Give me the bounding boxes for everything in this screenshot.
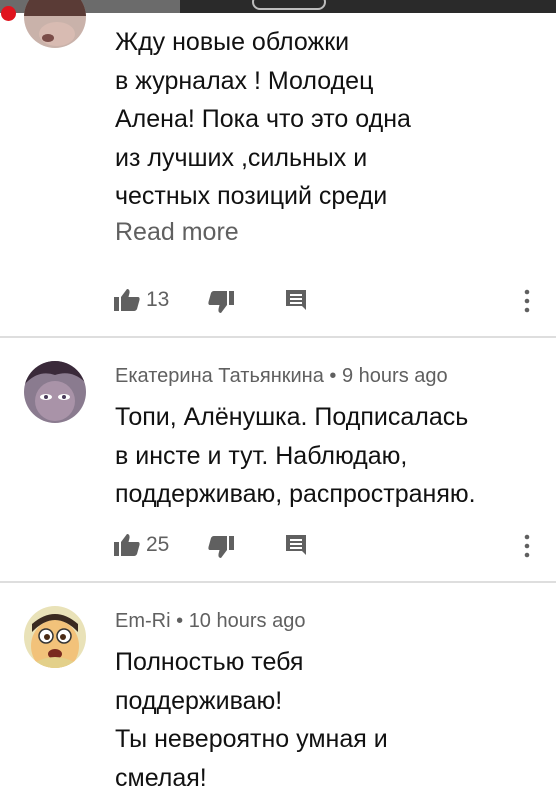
- comment-text-line: поддерживаю, распространяю.: [115, 480, 476, 508]
- avatar[interactable]: [24, 0, 86, 48]
- thumb-down-icon[interactable]: [206, 287, 236, 317]
- comment-meta: Em-Ri • 10 hours ago: [115, 610, 305, 633]
- avatar[interactable]: [24, 361, 86, 423]
- read-more-link[interactable]: Read more: [115, 218, 239, 247]
- recording-indicator: [1, 6, 16, 21]
- comment-divider: [0, 336, 556, 338]
- comment-divider: [0, 581, 556, 583]
- thumb-down-icon[interactable]: [206, 532, 236, 562]
- author-name[interactable]: Екатерина Татьянкина: [115, 365, 324, 387]
- comment-text-line: из лучших ,сильных и: [115, 143, 368, 172]
- comment-text-line: Полностью тебя: [115, 648, 304, 676]
- meta-separator: •: [329, 365, 337, 387]
- comment-text-line: Жду новые обложки: [115, 28, 350, 56]
- comment-text-line: Топи, Алёнушка. Подписалась: [115, 403, 469, 431]
- comment-time: 10 hours ago: [188, 610, 306, 632]
- comment-text-line: смелая!: [115, 763, 207, 792]
- comment-text-line: Алена! Пока что это одна: [115, 105, 411, 133]
- author-name[interactable]: Em-Ri: [115, 610, 171, 632]
- comment-text-line: в инсте и тут. Наблюдаю,: [115, 441, 408, 470]
- comment-text-line: Ты невероятно умная и: [115, 725, 388, 753]
- meta-separator: •: [176, 610, 184, 632]
- reply-comment-icon[interactable]: [284, 533, 308, 557]
- comment-text-line: в журналах ! Молодец: [115, 66, 374, 95]
- comment-text-line: честных позиций среди: [115, 182, 388, 210]
- thumb-up-icon[interactable]: [112, 530, 142, 560]
- avatar[interactable]: [24, 606, 86, 668]
- status-strip-handle: [252, 0, 326, 10]
- comment-meta: Екатерина Татьянкина • 9 hours ago: [115, 365, 448, 388]
- comment-actions: 13: [0, 285, 556, 315]
- thumb-up-icon[interactable]: [112, 285, 142, 315]
- more-vertical-icon[interactable]: [519, 531, 535, 561]
- reply-comment-icon[interactable]: [284, 288, 308, 312]
- comment-time: 9 hours ago: [341, 365, 448, 387]
- like-count: 25: [146, 533, 170, 556]
- comment-actions: 25: [0, 530, 556, 560]
- like-count: 13: [146, 288, 170, 311]
- comment-text-line: поддерживаю!: [115, 686, 283, 715]
- more-vertical-icon[interactable]: [519, 286, 535, 316]
